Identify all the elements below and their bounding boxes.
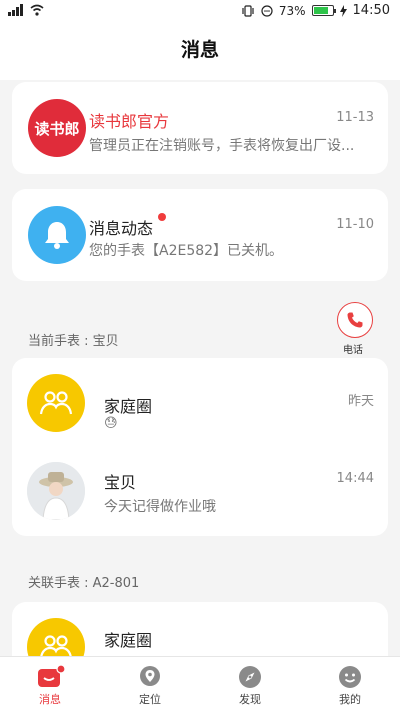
call-label: 电话 xyxy=(343,345,363,356)
smiley-icon xyxy=(339,666,361,688)
tab-discover[interactable]: 发现 xyxy=(200,657,300,711)
official-avatar: 读书郎 xyxy=(28,99,86,157)
bell-icon xyxy=(45,222,69,249)
battery-percent: 73% xyxy=(278,3,306,18)
vibrate-icon xyxy=(242,4,254,17)
phone-icon xyxy=(347,312,363,328)
location-icon xyxy=(140,666,160,686)
activity-notice-card[interactable]: 消息动态 11-10 您的手表【A2E582】已关机。 xyxy=(12,189,388,281)
activity-time: 11-10 xyxy=(336,217,374,232)
family-circle-name: 家庭圈 xyxy=(104,397,153,416)
current-watch-label: 当前手表 : 宝贝 xyxy=(28,334,119,349)
baobei-name: 宝贝 xyxy=(104,473,137,492)
tab-location[interactable]: 定位 xyxy=(100,657,200,711)
tab-label: 我的 xyxy=(339,693,361,706)
official-name: 读书郎官方 xyxy=(89,112,170,131)
tab-messages[interactable]: 消息 xyxy=(0,657,100,711)
chat-item-family-circle[interactable]: 家庭圈 昨天 😓 xyxy=(12,366,388,444)
people-icon xyxy=(39,391,73,415)
official-time: 11-13 xyxy=(336,110,374,125)
family-circle-avatar xyxy=(27,374,85,432)
message-icon xyxy=(38,665,65,687)
tab-profile[interactable]: 我的 xyxy=(300,657,400,711)
call-button[interactable] xyxy=(337,302,373,338)
baobei-preview: 今天记得做作业哦 xyxy=(104,499,216,515)
page-title: 消息 xyxy=(0,22,400,80)
official-preview: 管理员正在注销账号，手表将恢复出厂设... xyxy=(89,138,355,154)
tab-label: 发现 xyxy=(239,693,261,706)
status-bar: 73% 14:50 xyxy=(0,0,400,22)
official-notice-card[interactable]: 读书郎 读书郎官方 11-13 管理员正在注销账号，手表将恢复出厂设... xyxy=(12,82,388,174)
current-watch-chat-list: 家庭圈 昨天 😓 宝贝 14:44 今天记得做作业哦 xyxy=(12,358,388,536)
clock: 14:50 xyxy=(352,3,390,18)
baobei-time: 14:44 xyxy=(336,471,374,486)
family-circle-preview: 😓 xyxy=(104,416,118,431)
linked-family-circle-name: 家庭圈 xyxy=(104,631,153,650)
bottom-tab-bar: 消息 定位 发现 我的 xyxy=(0,656,400,711)
dnd-icon xyxy=(261,4,273,17)
chat-item-baobei[interactable]: 宝贝 14:44 今天记得做作业哦 xyxy=(12,454,388,532)
activity-name: 消息动态 xyxy=(89,219,154,238)
linked-watch-label: 关联手表 : A2-801 xyxy=(28,576,140,591)
activity-avatar xyxy=(28,206,86,264)
avatar-logo-text: 读书郎 xyxy=(34,119,80,138)
charging-icon xyxy=(339,4,347,17)
unread-dot xyxy=(158,213,166,221)
activity-preview: 您的手表【A2E582】已关机。 xyxy=(89,243,284,259)
tab-label: 消息 xyxy=(39,693,61,706)
signal-icon xyxy=(8,4,23,16)
wifi-icon xyxy=(30,4,44,16)
battery-icon xyxy=(311,5,336,16)
family-circle-time: 昨天 xyxy=(347,394,374,409)
tab-label: 定位 xyxy=(139,693,161,706)
baobei-avatar xyxy=(27,462,85,520)
child-photo-avatar xyxy=(27,462,85,520)
compass-icon xyxy=(239,666,261,688)
